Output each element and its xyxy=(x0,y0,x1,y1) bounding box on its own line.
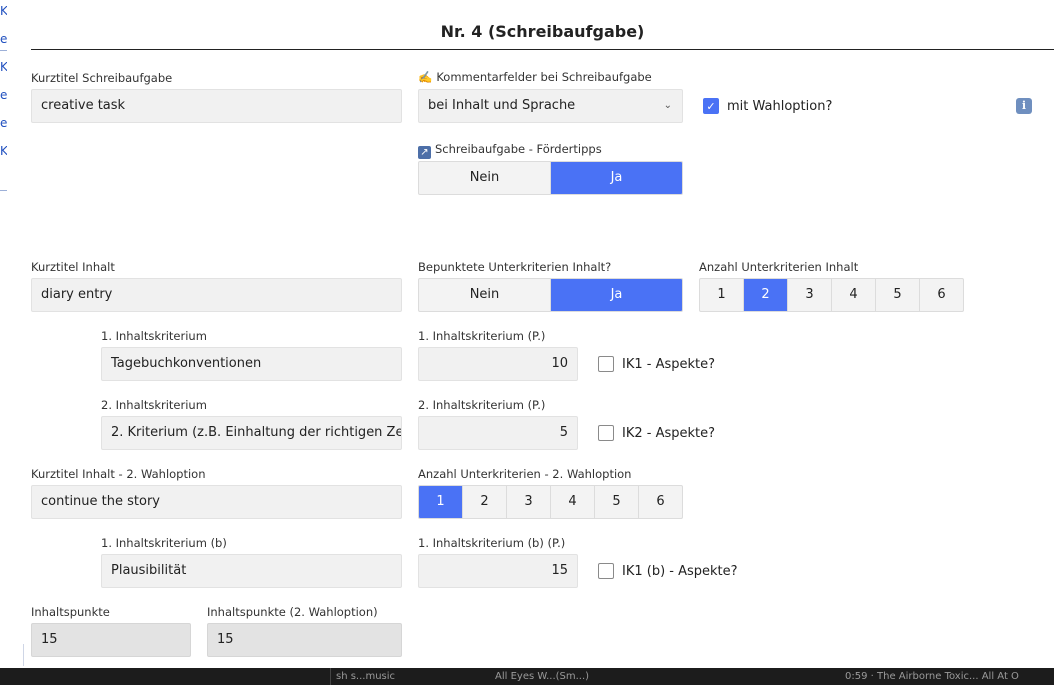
ik2-aspekte-label: IK2 - Aspekte? xyxy=(622,425,716,441)
wahloption-option-5[interactable]: 5 xyxy=(595,486,639,518)
wahloption-option-2[interactable]: 2 xyxy=(463,486,507,518)
kurztitel-wahloption-label: Kurztitel Inhalt - 2. Wahloption xyxy=(31,467,206,481)
kurztitel-inhalt-label: Kurztitel Inhalt xyxy=(31,260,115,274)
bepunktete-nein-button[interactable]: Nein xyxy=(419,279,551,311)
kriterium-1b-points-label: 1. Inhaltskriterium (b) (P.) xyxy=(418,536,566,550)
inhaltspunkte-label: Inhaltspunkte xyxy=(31,605,110,619)
kommentarfelder-select[interactable]: bei Inhalt und Sprache ⌄ xyxy=(418,89,683,123)
ik1b-aspekte-checkbox[interactable]: IK1 (b) - Aspekte? xyxy=(598,563,738,579)
anzahl-option-2[interactable]: 2 xyxy=(744,279,788,311)
bepunktete-unterkriterien-toggle: Nein Ja xyxy=(418,278,683,312)
anzahl-wahloption-label: Anzahl Unterkriterien - 2. Wahloption xyxy=(418,467,632,481)
kriterium-1b-input[interactable]: Plausibilität xyxy=(101,554,402,588)
inhaltspunkte-wahl-output: 15 xyxy=(207,623,402,657)
inhaltspunkte-output: 15 xyxy=(31,623,191,657)
anzahl-option-1[interactable]: 1 xyxy=(700,279,744,311)
writing-hand-icon: ✍️ xyxy=(418,70,433,84)
kriterium-1-input[interactable]: Tagebuchkonventionen xyxy=(101,347,402,381)
mit-wahloption-checkbox[interactable]: ✓ mit Wahloption? xyxy=(703,98,832,114)
wahloption-option-3[interactable]: 3 xyxy=(507,486,551,518)
kommentarfelder-value: bei Inhalt und Sprache xyxy=(428,98,576,113)
kriterium-1-points-label: 1. Inhaltskriterium (P.) xyxy=(418,329,546,343)
ik1-aspekte-checkbox[interactable]: IK1 - Aspekte? xyxy=(598,356,715,372)
kriterium-2-points-input[interactable]: 5 xyxy=(418,416,578,450)
mit-wahloption-label: mit Wahloption? xyxy=(727,98,833,114)
taskbar-item[interactable]: All Eyes W...(Sm...) xyxy=(495,671,589,682)
anzahl-wahloption-selector: 1 2 3 4 5 6 xyxy=(418,485,683,519)
kriterium-1b-points-input[interactable]: 15 xyxy=(418,554,578,588)
anzahl-option-6[interactable]: 6 xyxy=(920,279,963,311)
scroll-edge xyxy=(23,644,24,666)
chevron-down-icon: ⌄ xyxy=(663,100,672,111)
foerdertipps-toggle: Nein Ja xyxy=(418,161,683,195)
kriterium-2-input[interactable]: 2. Kriterium (z.B. Einhaltung der richti… xyxy=(101,416,402,450)
foerdertipps-label-text: Schreibaufgabe - Fördertipps xyxy=(435,142,602,156)
wahloption-option-4[interactable]: 4 xyxy=(551,486,595,518)
dialog-title: Nr. 4 (Schreibaufgabe) xyxy=(440,22,645,41)
kommentarfelder-label-text: Kommentarfelder bei Schreibaufgabe xyxy=(436,70,652,84)
foerdertipps-ja-button[interactable]: Ja xyxy=(551,162,682,194)
kurztitel-inhalt-input[interactable]: diary entry xyxy=(31,278,402,312)
checkbox-unchecked-icon xyxy=(598,563,614,579)
checkbox-checked-icon: ✓ xyxy=(703,98,719,114)
taskbar: sh s...music All Eyes W...(Sm...) 0:59 ·… xyxy=(0,668,1054,685)
kriterium-1-label: 1. Inhaltskriterium xyxy=(101,329,207,343)
taskbar-item[interactable]: 0:59 · The Airborne Toxic... All At O xyxy=(845,671,1019,682)
kurztitel-schreibaufgabe-label: Kurztitel Schreibaufgabe xyxy=(31,71,173,85)
ik1b-aspekte-label: IK1 (b) - Aspekte? xyxy=(622,563,738,579)
bepunktete-ja-button[interactable]: Ja xyxy=(551,279,682,311)
ik1-aspekte-label: IK1 - Aspekte? xyxy=(622,356,716,372)
kriterium-2-points-label: 2. Inhaltskriterium (P.) xyxy=(418,398,546,412)
wahloption-option-6[interactable]: 6 xyxy=(639,486,682,518)
kriterium-2-label: 2. Inhaltskriterium xyxy=(101,398,207,412)
taskbar-separator xyxy=(330,668,331,685)
checkbox-unchecked-icon xyxy=(598,425,614,441)
anzahl-option-4[interactable]: 4 xyxy=(832,279,876,311)
bepunktete-unterkriterien-label: Bepunktete Unterkriterien Inhalt? xyxy=(418,260,612,274)
kriterium-1-points-input[interactable]: 10 xyxy=(418,347,578,381)
checkbox-unchecked-icon xyxy=(598,356,614,372)
anzahl-option-3[interactable]: 3 xyxy=(788,279,832,311)
ik2-aspekte-checkbox[interactable]: IK2 - Aspekte? xyxy=(598,425,715,441)
taskbar-item[interactable]: sh s...music xyxy=(336,671,395,682)
inhaltspunkte-wahl-label: Inhaltspunkte (2. Wahloption) xyxy=(207,605,378,619)
anzahl-unterkriterien-selector: 1 2 3 4 5 6 xyxy=(699,278,964,312)
anzahl-unterkriterien-label: Anzahl Unterkriterien Inhalt xyxy=(699,260,859,274)
anzahl-option-5[interactable]: 5 xyxy=(876,279,920,311)
kurztitel-wahloption-input[interactable]: continue the story xyxy=(31,485,402,519)
wahloption-option-1[interactable]: 1 xyxy=(419,486,463,518)
kriterium-1b-label: 1. Inhaltskriterium (b) xyxy=(101,536,227,550)
arrow-upright-icon: ↗ xyxy=(418,146,431,159)
schreibaufgabe-dialog: Nr. 4 (Schreibaufgabe) Kurztitel Schreib… xyxy=(7,0,1054,668)
foerdertipps-label: ↗ Schreibaufgabe - Fördertipps xyxy=(418,142,602,159)
foerdertipps-nein-button[interactable]: Nein xyxy=(419,162,551,194)
title-divider xyxy=(31,49,1054,50)
info-icon[interactable]: i xyxy=(1016,98,1032,114)
kommentarfelder-label: ✍️ Kommentarfelder bei Schreibaufgabe xyxy=(418,70,652,84)
kurztitel-schreibaufgabe-input[interactable]: creative task xyxy=(31,89,402,123)
